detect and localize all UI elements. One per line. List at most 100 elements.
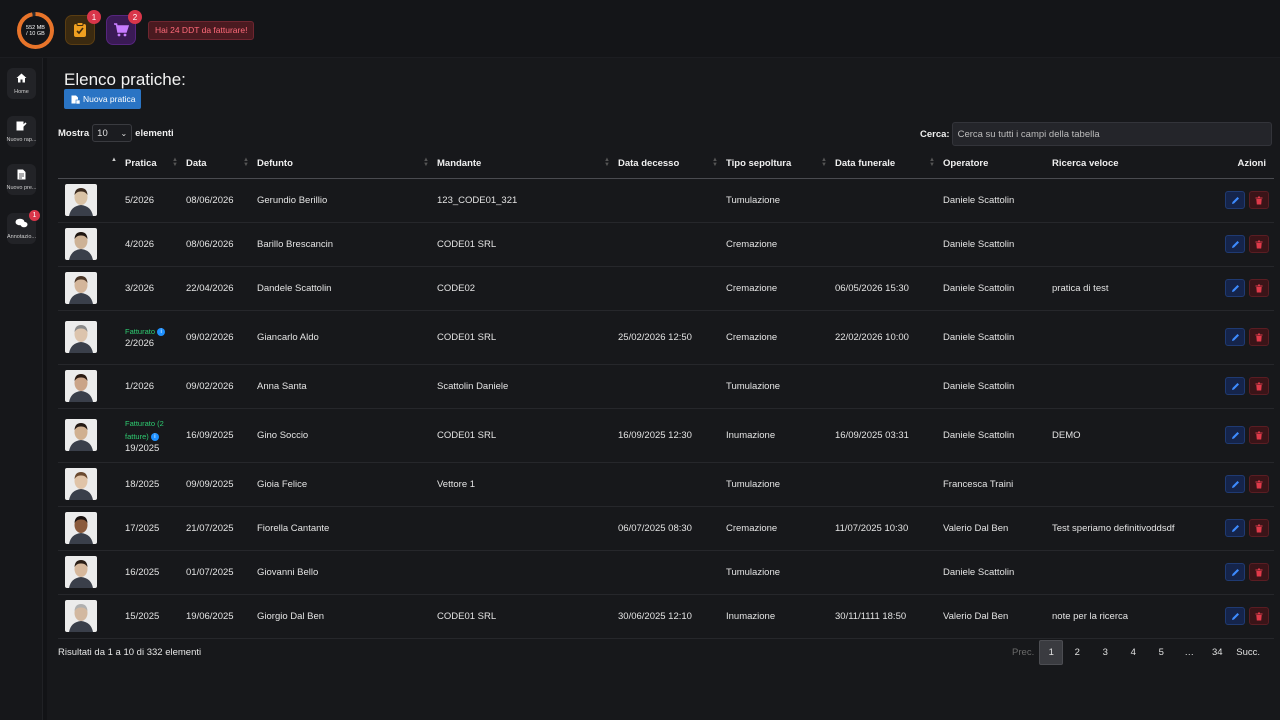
storage-total: / 10 GB xyxy=(26,30,45,37)
cell-data: 19/06/2025 xyxy=(182,594,253,639)
edit-button[interactable] xyxy=(1225,328,1245,346)
delete-button[interactable] xyxy=(1249,328,1269,346)
trash-icon xyxy=(1255,480,1263,488)
page-button[interactable]: 1 xyxy=(1039,640,1064,665)
table-row[interactable]: 5/2026 08/06/2026 Gerundio Berillio 123_COD… xyxy=(58,178,1274,223)
cell-data-funerale xyxy=(831,550,939,595)
edit-button[interactable] xyxy=(1225,426,1245,444)
col-header-operatore[interactable]: Operatore xyxy=(939,150,1048,179)
col-header-avatar[interactable]: ▲ xyxy=(58,150,121,179)
cart-icon xyxy=(114,23,129,37)
cell-data-funerale: 11/07/2025 10:30 xyxy=(831,506,939,551)
col-header-mandante[interactable]: Mandante ▲ ▼ xyxy=(433,150,614,179)
cell-ricerca-veloce xyxy=(1048,222,1198,267)
pencil-icon xyxy=(1231,612,1239,620)
page-button[interactable]: 5 xyxy=(1147,640,1175,665)
clipboard-button[interactable]: 1 xyxy=(65,10,101,45)
col-header-pratica[interactable]: Pratica ▲ ▼ xyxy=(121,150,182,179)
show-label: Mostra xyxy=(58,127,90,139)
col-header-data-decesso[interactable]: Data decesso ▲ ▼ xyxy=(614,150,722,179)
table-row[interactable]: 17/2025 21/07/2025 Fiorella Cantante 06/07/… xyxy=(58,506,1274,551)
cell-tipo-sepoltura: Inumazione xyxy=(722,594,831,639)
avatar xyxy=(65,512,97,544)
cell-pratica: 16/2025 xyxy=(121,550,182,595)
sidebar-item-nuovo-preventivo[interactable]: Nuovo pre... xyxy=(7,164,36,195)
table-search: Cerca: xyxy=(920,122,1272,146)
info-icon[interactable]: i xyxy=(157,328,166,337)
page-button[interactable]: 4 xyxy=(1119,640,1147,665)
cell-mandante: CODE01 SRL xyxy=(433,408,614,463)
cell-data-decesso: 16/09/2025 12:30 xyxy=(614,408,722,463)
trash-icon xyxy=(1255,196,1263,204)
cell-tipo-sepoltura: Tumulazione xyxy=(722,364,831,409)
edit-button[interactable] xyxy=(1225,279,1245,297)
cell-pratica: 18/2025 xyxy=(121,462,182,507)
cell-mandante xyxy=(433,506,614,551)
ddt-alert[interactable]: Hai 24 DDT da fatturare! xyxy=(148,21,255,40)
sidebar-item-nuovo-rapporto[interactable]: Nuovo rap... xyxy=(7,116,36,147)
delete-button[interactable] xyxy=(1249,191,1269,209)
delete-button[interactable] xyxy=(1249,377,1269,395)
edit-button[interactable] xyxy=(1225,475,1245,493)
search-input[interactable] xyxy=(951,122,1272,146)
cell-defunto: Anna Santa xyxy=(253,364,433,409)
edit-button[interactable] xyxy=(1225,607,1245,625)
delete-button[interactable] xyxy=(1249,607,1269,625)
sidebar-item-home[interactable]: Home xyxy=(7,68,36,99)
edit-button[interactable] xyxy=(1225,563,1245,581)
cell-pratica: 4/2026 xyxy=(121,222,182,267)
table-row[interactable]: 3/2026 22/04/2026 Dandele Scattolin CODE02 C… xyxy=(58,266,1274,311)
pagination: Prec. 1 2 3 4 5… 34 Succ. xyxy=(1007,640,1265,665)
edit-button[interactable] xyxy=(1225,519,1245,537)
delete-button[interactable] xyxy=(1249,426,1269,444)
table-row[interactable]: 16/2025 01/07/2025 Giovanni Bello Tumulazio… xyxy=(58,550,1274,595)
delete-button[interactable] xyxy=(1249,235,1269,253)
delete-button[interactable] xyxy=(1249,475,1269,493)
col-header-ricerca-veloce[interactable]: Ricerca veloce xyxy=(1048,150,1198,179)
table-row[interactable]: 15/2025 19/06/2025 Giorgio Dal Ben CODE01 S… xyxy=(58,594,1274,639)
page-length-control: Mostra 10 ⌄ elementi xyxy=(58,124,174,142)
pratiche-table: ▲ Pratica ▲ ▼ Data ▲ ▼ Defunto ▲ ▼ Mandante ▲ ▼ … xyxy=(58,150,1274,639)
cell-pratica: 1/2026 xyxy=(121,364,182,409)
delete-button[interactable] xyxy=(1249,279,1269,297)
cell-data-decesso xyxy=(614,550,722,595)
cell-mandante: 123_CODE01_321 xyxy=(433,178,614,223)
table-row[interactable]: 18/2025 09/09/2025 Gioia Felice Vettore 1 Tu… xyxy=(58,462,1274,507)
table-row[interactable]: Fatturato (2 fatture) i 19/2025 16/09/2025… xyxy=(58,408,1274,463)
table-row[interactable]: 1/2026 09/02/2026 Anna Santa Scattolin Dani… xyxy=(58,364,1274,409)
delete-button[interactable] xyxy=(1249,519,1269,537)
cell-ricerca-veloce: DEMO xyxy=(1048,408,1198,463)
delete-button[interactable] xyxy=(1249,563,1269,581)
trash-icon xyxy=(1255,382,1263,390)
cart-button[interactable]: 2 xyxy=(106,10,142,45)
page-button[interactable]: 3 xyxy=(1091,640,1119,665)
next-page-button[interactable]: Succ. xyxy=(1231,640,1265,665)
col-header-defunto[interactable]: Defunto ▲ ▼ xyxy=(253,150,433,179)
trash-icon xyxy=(1255,524,1263,532)
cell-data-decesso: 30/06/2025 12:10 xyxy=(614,594,722,639)
pagination-ellipsis: … xyxy=(1184,647,1194,658)
info-icon[interactable]: i xyxy=(150,432,159,441)
prev-page-button[interactable]: Prec. xyxy=(1007,640,1039,665)
col-header-tipo-sepoltura[interactable]: Tipo sepoltura ▲ ▼ xyxy=(722,150,831,179)
new-pratica-button[interactable]: Nuova pratica xyxy=(64,89,142,109)
cell-defunto: Giovanni Bello xyxy=(253,550,433,595)
edit-button[interactable] xyxy=(1225,235,1245,253)
page-title: Elenco pratiche: xyxy=(64,70,186,89)
cell-mandante: CODE02 xyxy=(433,266,614,311)
edit-button[interactable] xyxy=(1225,377,1245,395)
cell-ricerca-veloce xyxy=(1048,310,1198,365)
chevron-down-icon: ⌄ xyxy=(120,128,128,138)
col-header-data[interactable]: Data ▲ ▼ xyxy=(182,150,253,179)
col-header-data-funerale[interactable]: Data funerale ▲ ▼ xyxy=(831,150,939,179)
sidebar-item-annotazioni[interactable]: Annotazio... 1 xyxy=(7,210,40,244)
page-button[interactable]: 34 xyxy=(1203,640,1231,665)
edit-button[interactable] xyxy=(1225,191,1245,209)
table-row[interactable]: 4/2026 08/06/2026 Barillo Brescancin CODE01… xyxy=(58,222,1274,267)
page-length-select[interactable]: 10 ⌄ xyxy=(92,124,133,142)
cell-operatore: Valerio Dal Ben xyxy=(939,594,1048,639)
cell-tipo-sepoltura: Cremazione xyxy=(722,310,831,365)
table-row[interactable]: Fatturato i 2/2026 09/02/2026 Giancarlo Ald… xyxy=(58,310,1274,365)
person-photo-icon xyxy=(65,556,97,588)
page-button[interactable]: 2 xyxy=(1063,640,1091,665)
